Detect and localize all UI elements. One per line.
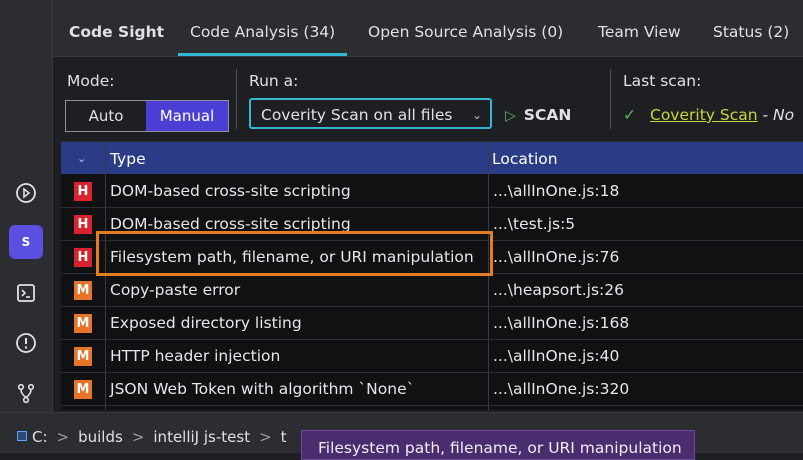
terminal-icon[interactable]: [10, 277, 42, 309]
column-header-type[interactable]: Type: [110, 142, 146, 174]
code-sight-icon[interactable]: S: [9, 225, 43, 259]
issue-type: DOM-based cross-site scripting: [110, 215, 351, 233]
issue-type: DOM-based cross-site scripting: [110, 182, 351, 200]
breadcrumb-item[interactable]: C:: [32, 428, 48, 446]
mode-auto-button[interactable]: Auto: [66, 101, 146, 131]
table-row[interactable]: M HTTP header injection ...\allInOne.js:…: [61, 340, 803, 373]
mode-manual-button[interactable]: Manual: [146, 101, 228, 131]
collapse-chevron-icon[interactable]: ⌄: [77, 142, 86, 174]
table-row[interactable]: M Copy-paste error ...\heapsort.js:26: [61, 274, 803, 307]
run-label: Run a:: [249, 72, 299, 90]
breadcrumb-item[interactable]: intelliJ js-test: [153, 428, 250, 446]
issue-type: Copy-paste error: [110, 281, 241, 299]
last-scan-status: - No: [757, 106, 795, 124]
issue-type: JSON Web Token with algorithm `None`: [110, 380, 415, 398]
issue-location: ...\allInOne.js:168: [493, 314, 630, 332]
issue-type: Exposed directory listing: [110, 314, 302, 332]
severity-badge: M: [74, 347, 92, 366]
run-scan-select[interactable]: Coverity Scan on all files ⌄: [249, 98, 492, 129]
table-row[interactable]: M JSON Web Token with algorithm `None` .…: [61, 373, 803, 406]
mode-label: Mode:: [67, 72, 115, 90]
last-scan-label: Last scan:: [623, 72, 702, 90]
scan-button[interactable]: ▷ SCAN: [505, 102, 571, 128]
issue-location: ...\allInOne.js:40: [493, 347, 620, 365]
table-header: ⌄ Type Location: [61, 142, 803, 174]
severity-badge: H: [74, 182, 92, 201]
table-row[interactable]: H DOM-based cross-site scripting ...\all…: [61, 175, 803, 208]
scan-toolbar: Mode: Auto Manual Run a: Coverity Scan o…: [53, 57, 803, 141]
tooltip: Filesystem path, filename, or URI manipu…: [301, 430, 695, 460]
table-row[interactable]: H Filesystem path, filename, or URI mani…: [61, 241, 803, 274]
issues-table: ⌄ Type Location H DOM-based cross-site s…: [61, 141, 803, 410]
chevron-right-icon: >: [131, 428, 145, 446]
tab-open-source-analysis[interactable]: Open Source Analysis (0): [368, 0, 563, 56]
breadcrumb: C: > builds > intelliJ js-test > t: [17, 428, 287, 446]
git-branch-icon[interactable]: [10, 377, 42, 409]
issue-location: ...\allInOne.js:320: [493, 380, 630, 398]
issue-location: ...\test.js:5: [493, 215, 576, 233]
table-row[interactable]: M Exposed directory listing ...\allInOne…: [61, 307, 803, 340]
drive-icon: [17, 431, 27, 441]
problems-icon[interactable]: [10, 327, 42, 359]
mode-toggle: Auto Manual: [65, 100, 229, 132]
activity-bar: S: [0, 0, 53, 412]
check-icon: ✓: [623, 106, 636, 124]
tab-code-sight[interactable]: Code Sight: [69, 0, 164, 56]
tab-strip: Code Sight Code Analysis (34) Open Sourc…: [53, 0, 803, 57]
issue-type: Filesystem path, filename, or URI manipu…: [110, 248, 474, 266]
severity-badge: M: [74, 281, 92, 300]
breadcrumb-item[interactable]: t: [281, 428, 287, 446]
play-icon: ▷: [505, 108, 516, 124]
severity-badge: H: [74, 248, 92, 267]
issue-location: ...\allInOne.js:18: [493, 182, 620, 200]
chevron-right-icon: >: [56, 428, 70, 446]
divider: [610, 69, 611, 129]
divider: [236, 69, 237, 129]
scan-button-label: SCAN: [523, 106, 572, 124]
last-scan-link[interactable]: Coverity Scan: [650, 106, 758, 124]
tab-team-view[interactable]: Team View: [598, 0, 681, 56]
play-circle-icon[interactable]: [10, 177, 42, 209]
severity-badge: M: [74, 380, 92, 399]
last-scan-info: ✓ Coverity Scan - No: [623, 102, 794, 128]
breadcrumb-item[interactable]: builds: [78, 428, 123, 446]
severity-badge: M: [74, 314, 92, 333]
tab-status[interactable]: Status (2): [713, 0, 789, 56]
issue-type: HTTP header injection: [110, 347, 281, 365]
chevron-right-icon: >: [259, 428, 272, 446]
chevron-down-icon: ⌄: [471, 108, 482, 122]
issue-location: ...\heapsort.js:26: [493, 281, 624, 299]
run-scan-select-value: Coverity Scan on all files: [261, 106, 453, 124]
severity-badge: H: [74, 215, 92, 234]
issue-location: ...\allInOne.js:76: [493, 248, 620, 266]
table-row[interactable]: H DOM-based cross-site scripting ...\tes…: [61, 208, 803, 241]
tab-code-analysis[interactable]: Code Analysis (34): [177, 0, 348, 56]
column-header-location[interactable]: Location: [492, 142, 558, 174]
